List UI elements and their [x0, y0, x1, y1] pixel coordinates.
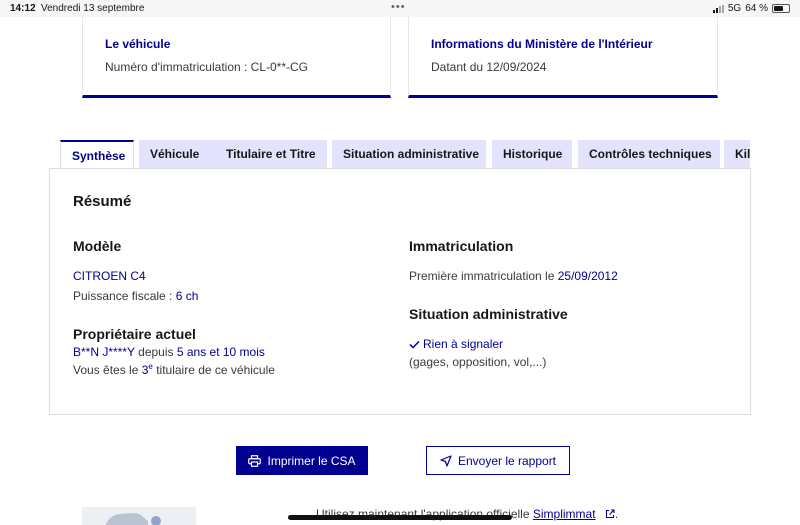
admin-status: Rien à signaler	[409, 337, 503, 351]
tab-controles-techniques[interactable]: Contrôles techniques	[578, 140, 720, 168]
tab-historique[interactable]: Historique	[492, 140, 572, 168]
first-registration-date: 25/09/2012	[557, 269, 618, 283]
tab-titulaire[interactable]: Titulaire et Titre	[215, 140, 327, 168]
owner-since-label: depuis	[134, 345, 177, 359]
owner-line: B**N J****Y depuis 5 ans et 10 mois	[73, 345, 265, 359]
model-heading: Modèle	[73, 238, 122, 254]
battery-label: 64 %	[745, 3, 768, 14]
external-link-icon	[605, 509, 615, 519]
vehicle-card-title: Le véhicule	[105, 37, 171, 51]
print-csa-label: Imprimer le CSA	[267, 453, 356, 468]
car-illustration	[82, 507, 196, 525]
fiscal-power-value: 6 ch	[175, 289, 199, 303]
network-label: 5G	[727, 3, 742, 14]
send-report-label: Envoyer le rapport	[457, 453, 557, 468]
ministry-card-text: Datant du 12/09/2024	[431, 60, 547, 74]
owner-name: B**N J****Y	[73, 345, 135, 359]
home-indicator[interactable]	[288, 515, 512, 520]
tab-situation-administrative[interactable]: Situation administrative	[332, 140, 486, 168]
status-date: Vendredi 13 septembre	[41, 3, 145, 14]
tab-bar: Synthèse Véhicule Titulaire et Titre Sit…	[60, 140, 750, 168]
ministry-card: Informations du Ministère de l'Intérieur…	[408, 17, 718, 98]
car-icon	[106, 513, 161, 525]
summary-heading: Résumé	[73, 193, 132, 210]
status-indicators: 5G 64 %	[712, 3, 790, 14]
first-registration: Première immatriculation le 25/09/2012	[409, 269, 618, 283]
simplimmat-link[interactable]: Simplimmat	[533, 507, 596, 521]
app-promo-end: .	[614, 507, 619, 521]
fiscal-power: Puissance fiscale : 6 ch	[73, 289, 198, 303]
multitasking-dots-icon[interactable]: •••	[391, 1, 406, 13]
check-icon	[409, 340, 420, 349]
admin-status-text: Rien à signaler	[423, 337, 504, 351]
owner-rank-prefix: Vous êtes le	[73, 363, 142, 377]
model-name: CITROEN C4	[73, 269, 146, 283]
printer-icon	[248, 454, 262, 467]
owner-rank-suffix: titulaire de ce véhicule	[152, 363, 275, 377]
tab-kilometrage[interactable]: Kilo	[724, 140, 750, 168]
send-report-button[interactable]: Envoyer le rapport	[426, 446, 570, 475]
vehicle-card: Le véhicule Numéro d'immatriculation : C…	[82, 17, 391, 98]
registration-heading: Immatriculation	[409, 238, 514, 254]
print-csa-button[interactable]: Imprimer le CSA	[236, 446, 368, 475]
vehicle-card-text: Numéro d'immatriculation : CL-0**-CG	[105, 60, 309, 74]
owner-rank: Vous êtes le 3e titulaire de ce véhicule	[73, 362, 275, 377]
summary-panel: Résumé Modèle CITROEN C4 Puissance fisca…	[49, 168, 751, 415]
ministry-card-title: Informations du Ministère de l'Intérieur	[431, 37, 653, 51]
signal-icon	[712, 4, 724, 13]
send-icon	[440, 454, 452, 467]
fiscal-power-label: Puissance fiscale :	[73, 289, 176, 303]
status-bar: 14:12 Vendredi 13 septembre ••• 5G 64 %	[0, 0, 800, 17]
status-time: 14:12	[10, 3, 36, 14]
owner-since-value: 5 ans et 10 mois	[176, 345, 265, 359]
tab-synthese[interactable]: Synthèse	[60, 140, 134, 168]
battery-icon	[772, 4, 790, 13]
first-registration-label: Première immatriculation le	[409, 269, 558, 283]
admin-details: (gages, opposition, vol,...)	[409, 355, 547, 369]
admin-heading: Situation administrative	[409, 306, 568, 322]
owner-heading: Propriétaire actuel	[73, 326, 196, 342]
